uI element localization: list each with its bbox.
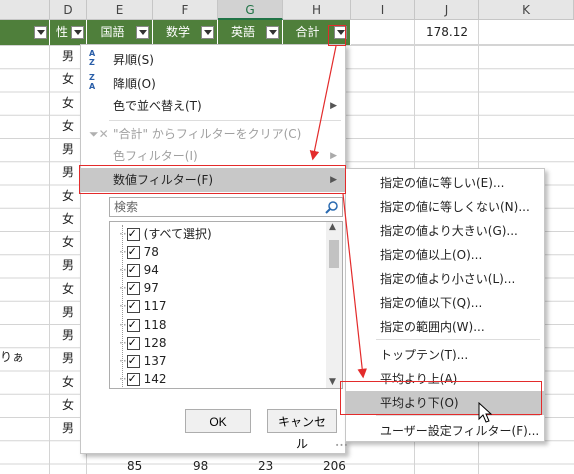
cursor-icon — [478, 402, 493, 423]
